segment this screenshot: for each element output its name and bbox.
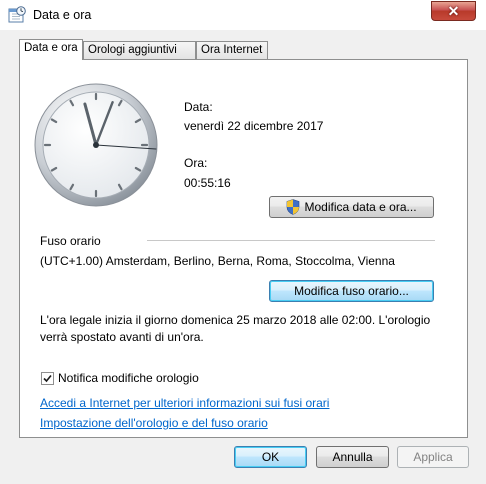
close-button[interactable]: ✕ <box>431 1 476 21</box>
date-value: venerdì 22 dicembre 2017 <box>184 119 324 133</box>
ok-label: OK <box>261 450 280 464</box>
apply-label: Applica <box>413 450 453 464</box>
tab-date-time[interactable]: Data e ora <box>19 39 83 60</box>
window-title: Data e ora <box>33 8 92 22</box>
dst-info: L'ora legale inizia il giorno domenica 2… <box>40 312 440 346</box>
title-bar[interactable]: Data e ora ✕ <box>0 0 486 30</box>
uac-shield-icon <box>287 199 300 215</box>
timezone-separator <box>147 240 435 241</box>
close-icon: ✕ <box>447 2 460 19</box>
timezone-info-link[interactable]: Accedi a Internet per ulteriori informaz… <box>40 396 329 410</box>
change-date-time-label: Modifica data e ora... <box>304 200 417 214</box>
apply-button[interactable]: Applica <box>397 446 469 468</box>
checkmark-icon <box>43 374 52 383</box>
change-date-time-button[interactable]: Modifica data e ora... <box>269 196 434 218</box>
analog-clock-icon <box>34 83 158 207</box>
ok-button[interactable]: OK <box>234 446 307 468</box>
tab-internet-time[interactable]: Ora Internet <box>196 41 268 59</box>
cancel-label: Annulla <box>332 450 373 464</box>
time-value: 00:55:16 <box>184 176 231 190</box>
clock-settings-link[interactable]: Impostazione dell'orologio e del fuso or… <box>40 416 268 430</box>
dst-info-line2: verrà spostato avanti di un'ora. <box>40 330 204 344</box>
cancel-button[interactable]: Annulla <box>316 446 389 468</box>
tab-panel: Data: venerdì 22 dicembre 2017 Ora: 00:5… <box>19 59 468 438</box>
date-time-dialog: Data e ora ✕ Data e ora Orologi aggiunti… <box>0 0 486 484</box>
notify-label[interactable]: Notifica modifiche orologio <box>58 371 199 385</box>
notify-checkbox[interactable] <box>41 372 54 385</box>
time-label: Ora: <box>184 156 208 170</box>
timezone-section-label: Fuso orario <box>40 234 101 248</box>
change-timezone-label: Modifica fuso orario... <box>294 284 409 298</box>
date-label: Data: <box>184 100 213 114</box>
date-time-icon <box>8 6 26 23</box>
dst-info-line1: L'ora legale inizia il giorno domenica 2… <box>40 313 431 327</box>
timezone-value: (UTC+1.00) Amsterdam, Berlino, Berna, Ro… <box>40 254 395 268</box>
change-timezone-button[interactable]: Modifica fuso orario... <box>269 280 434 302</box>
tab-additional-clocks[interactable]: Orologi aggiuntivi <box>83 41 196 59</box>
